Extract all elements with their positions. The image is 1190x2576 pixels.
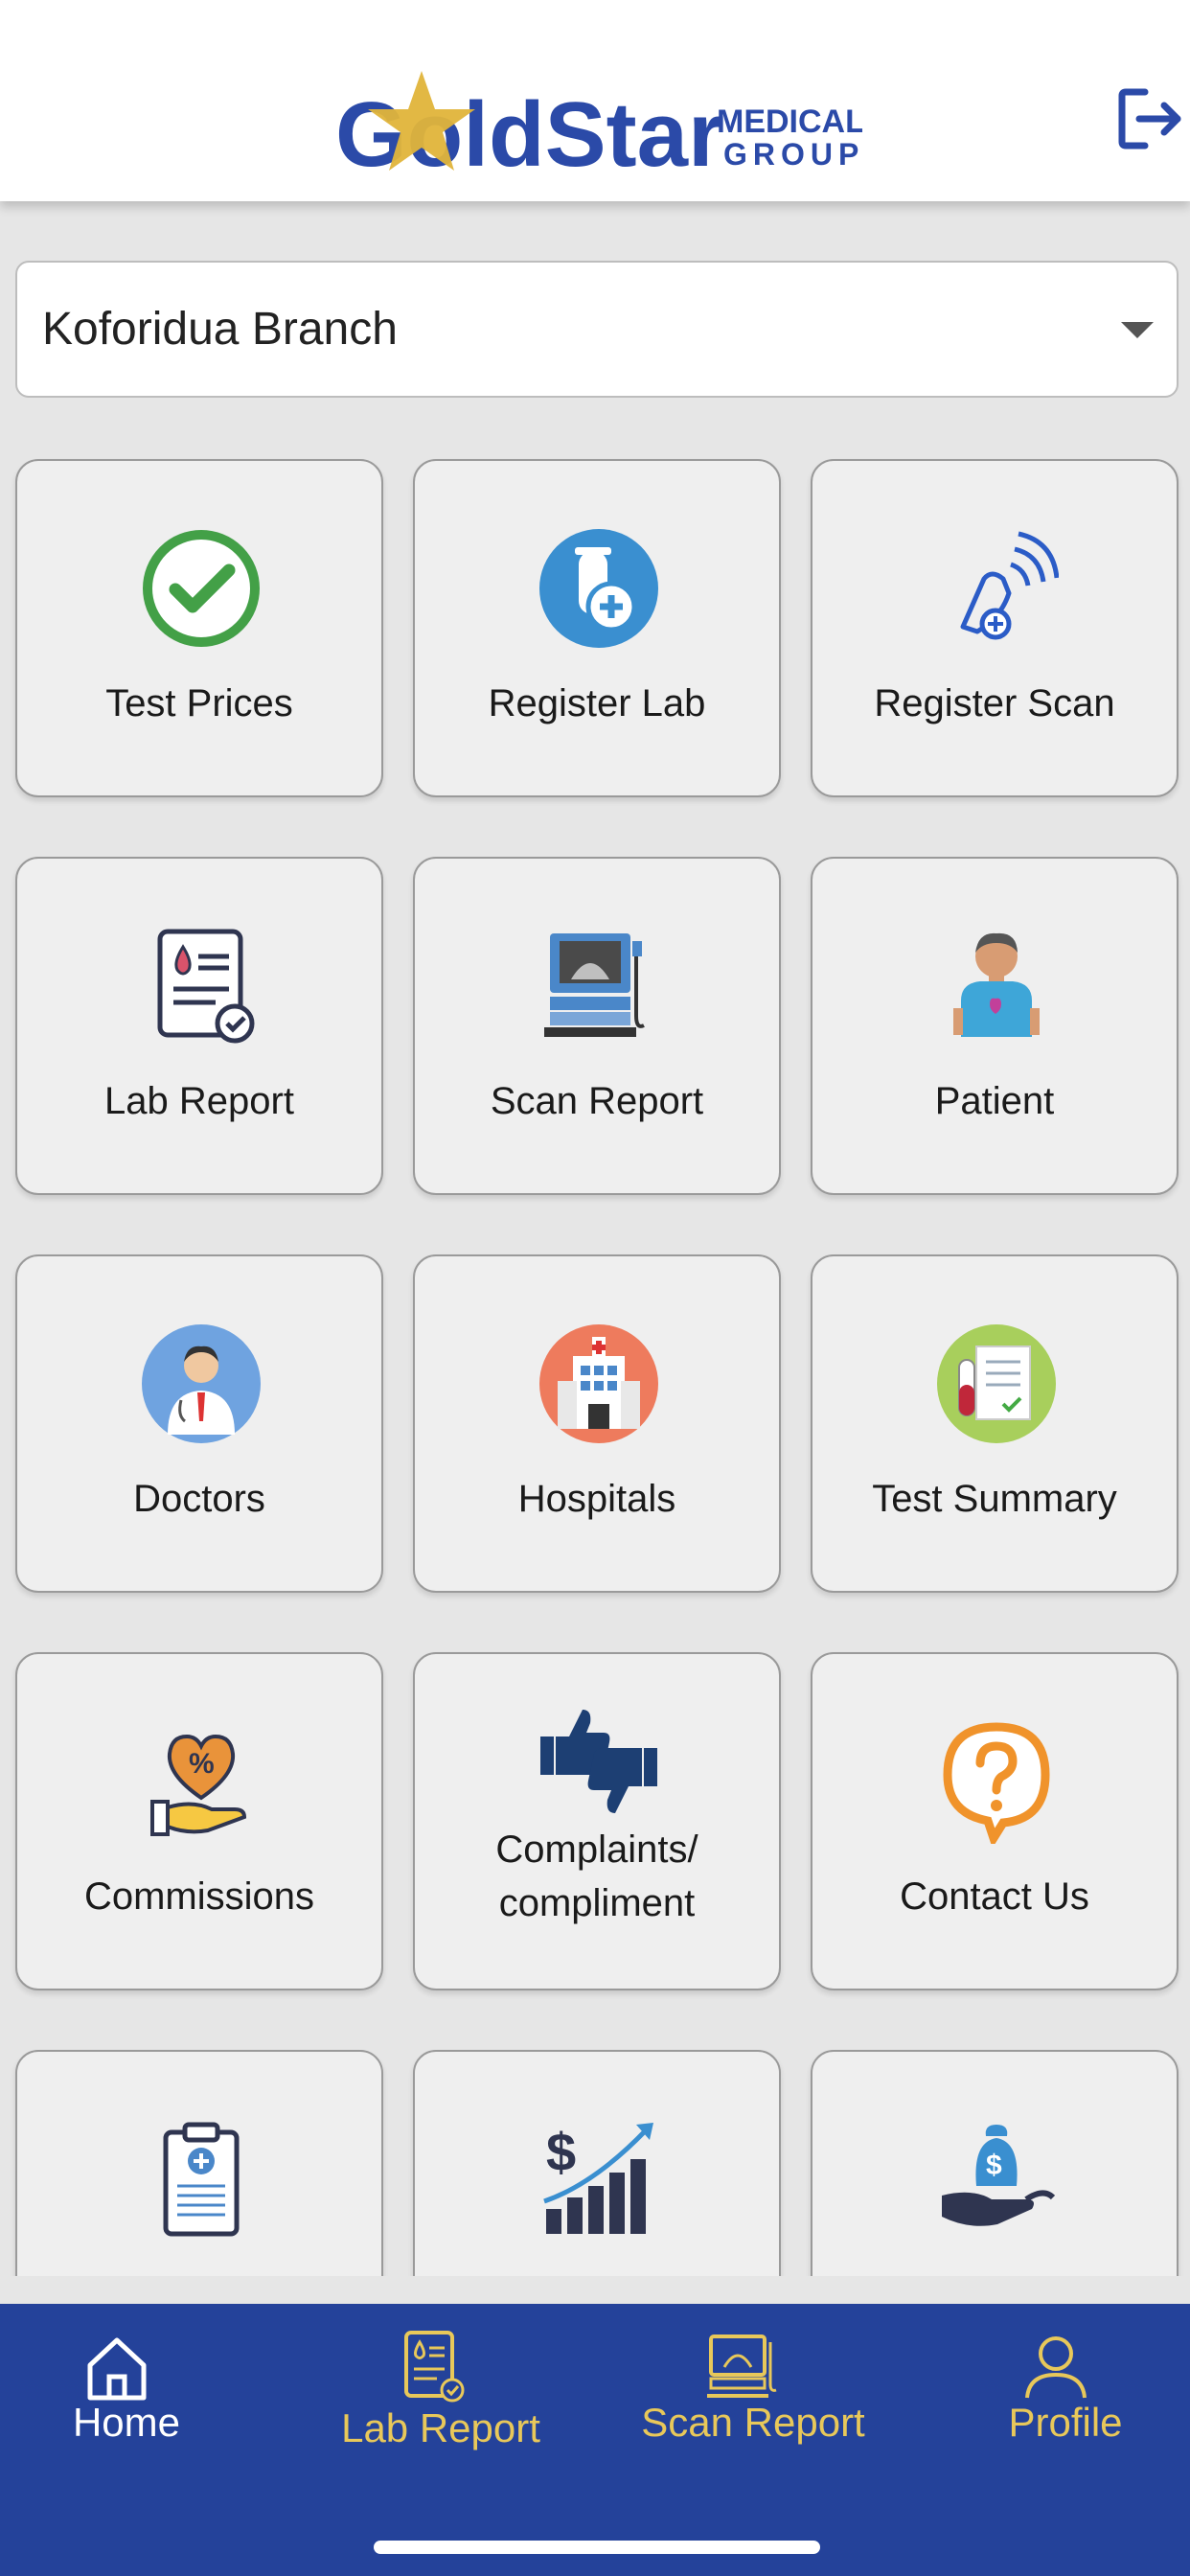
tile-hospitals[interactable]: Hospitals xyxy=(413,1254,781,1593)
tile-label: Scan Report xyxy=(490,1080,704,1122)
commission-heart-hand-icon: % xyxy=(150,1734,247,1836)
tab-home[interactable]: Home xyxy=(0,2304,270,2496)
tile-lab-report[interactable]: Lab Report xyxy=(15,857,383,1195)
ultrasound-machine-icon xyxy=(544,933,645,1037)
app-header: GoldStar MEDICAL GROUP xyxy=(0,0,1190,201)
tile-label: Contact Us xyxy=(900,1875,1089,1918)
tile-patient[interactable]: Patient xyxy=(811,857,1179,1195)
tile-test-summary[interactable]: Test Summary xyxy=(811,1254,1179,1593)
test-summary-icon xyxy=(937,1324,1056,1443)
goldstar-logo: GoldStar MEDICAL GROUP xyxy=(335,71,862,180)
branch-dropdown[interactable]: Koforidua Branch xyxy=(15,261,1179,398)
thumbs-up-down-icon xyxy=(540,1710,657,1813)
menu-grid: Test Prices Register Lab Register Scan L… xyxy=(0,436,1190,2276)
tile-test-prices[interactable]: Test Prices xyxy=(15,459,383,797)
tile-label: Doctors xyxy=(133,1478,265,1520)
patient-icon xyxy=(953,932,1040,1037)
home-icon xyxy=(87,2337,147,2401)
svg-text:$: $ xyxy=(546,2122,576,2182)
tile-label: Complaints/ compliment xyxy=(495,1828,698,1924)
svg-text:GROUP: GROUP xyxy=(723,137,862,172)
tile-register-lab[interactable]: Register Lab xyxy=(413,459,781,797)
chevron-down-icon xyxy=(1121,322,1154,338)
lab-report-icon xyxy=(404,2331,465,2403)
hospital-icon xyxy=(539,1324,658,1443)
tile-scan-report[interactable]: Scan Report xyxy=(413,857,781,1195)
tile-label: Patient xyxy=(934,1080,1055,1122)
doctor-icon xyxy=(142,1324,261,1443)
tile-sales-growth[interactable]: $ xyxy=(413,2050,781,2276)
home-indicator xyxy=(374,2541,820,2554)
tile-label: Hospitals xyxy=(517,1478,676,1520)
tile-daily-sales[interactable]: Daily Sales (By xyxy=(15,2050,383,2276)
tile-label: Commissions xyxy=(83,1875,315,1918)
lab-report-icon xyxy=(157,929,255,1044)
svg-text:$: $ xyxy=(986,2150,1002,2181)
tile-complaints-compliment[interactable]: Complaints/ compliment xyxy=(413,1652,781,1990)
ultrasound-probe-icon xyxy=(960,531,1059,640)
tile-label: Daily Sales (By xyxy=(17,2267,381,2276)
tab-home-label: Home xyxy=(72,2400,181,2445)
tab-scan-report[interactable]: Scan Report xyxy=(609,2304,897,2496)
logout-icon[interactable] xyxy=(1116,84,1183,153)
tile-label: Test Summary xyxy=(872,1478,1117,1520)
money-hand-icon: $ xyxy=(942,2125,1056,2226)
bottom-tab-bar: Home Lab Report Scan Report Profile xyxy=(0,2304,1190,2576)
tab-lab-report-label: Lab Report xyxy=(341,2405,540,2450)
question-bubble-icon xyxy=(943,1722,1050,1844)
ultrasound-machine-icon xyxy=(707,2334,777,2398)
profile-icon xyxy=(1025,2336,1087,2399)
tile-label: Register Scan xyxy=(874,682,1115,724)
tile-commissions[interactable]: % Commissions xyxy=(15,1652,383,1990)
tab-scan-report-label: Scan Report xyxy=(641,2400,865,2445)
tile-label: Test Prices xyxy=(105,682,293,724)
svg-text:MEDICAL: MEDICAL xyxy=(717,104,862,140)
sales-growth-chart-icon: $ xyxy=(543,2122,653,2234)
branch-selected-value: Koforidua Branch xyxy=(42,304,398,355)
clipboard-icon xyxy=(163,2122,240,2237)
tab-profile-label: Profile xyxy=(1008,2400,1123,2445)
tile-doctors[interactable]: Doctors xyxy=(15,1254,383,1593)
tile-label: Lab Report xyxy=(104,1080,294,1122)
tile-contact-us[interactable]: Contact Us xyxy=(811,1652,1179,1990)
tile-label: Register Lab xyxy=(488,682,706,724)
svg-text:%: % xyxy=(189,1748,215,1780)
tile-register-scan[interactable]: Register Scan xyxy=(811,459,1179,797)
tab-profile[interactable]: Profile xyxy=(922,2304,1190,2496)
check-circle-icon xyxy=(143,530,260,647)
test-tube-plus-icon xyxy=(539,529,658,648)
tile-money-hand[interactable]: $ xyxy=(811,2050,1179,2276)
tab-lab-report[interactable]: Lab Report xyxy=(297,2304,584,2496)
